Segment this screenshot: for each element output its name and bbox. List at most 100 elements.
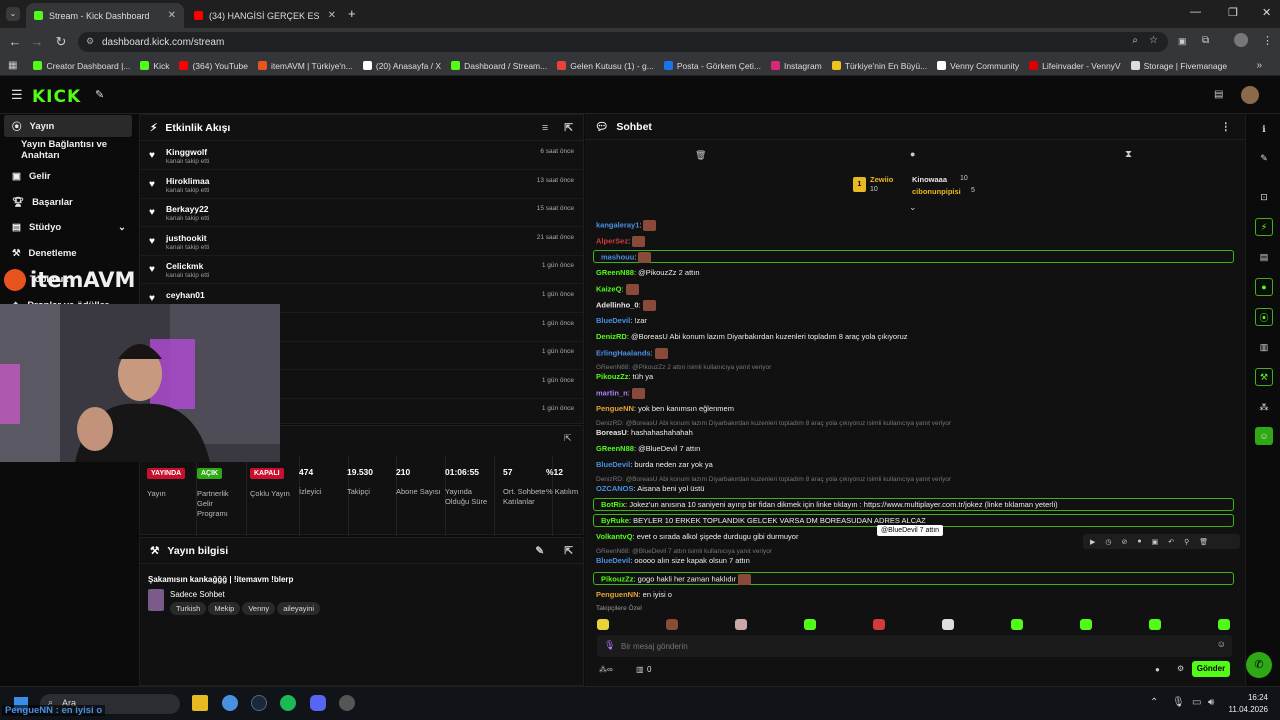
play-icon[interactable]: ▶	[1090, 538, 1095, 546]
chat-message[interactable]: PikouzZz: tüh ya	[596, 372, 653, 381]
minimize-icon[interactable]: —	[1190, 6, 1201, 18]
kick-logo[interactable]: KICK	[32, 87, 81, 107]
chat-username[interactable]: GReenN88	[596, 444, 634, 453]
chat-username[interactable]: kangaleray1	[596, 220, 639, 229]
chat-username[interactable]: KaizeQ	[596, 284, 621, 293]
spotify-icon[interactable]	[280, 695, 296, 711]
emote-icon[interactable]	[1011, 619, 1023, 630]
robot-icon[interactable]: ☺	[1255, 427, 1273, 445]
wrench-panel-icon[interactable]: ⚒	[1255, 368, 1273, 386]
chat-username[interactable]: VolkantvQ	[596, 532, 633, 541]
chat-username[interactable]: PenguenNN	[596, 590, 639, 599]
chat-panel-icon[interactable]: ●	[1255, 278, 1273, 296]
pin-message-icon[interactable]: ⚲	[1184, 538, 1189, 546]
activity-user[interactable]: Celickmk	[166, 261, 203, 271]
url-field[interactable]: ⚙ dashboard.kick.com/stream ⌕ ☆	[78, 32, 1168, 52]
sidebar-item-stream-key[interactable]: Yayın Bağlantısı ve Anahtarı	[4, 139, 138, 161]
chat-username[interactable]: martin_n	[596, 388, 628, 397]
chat-username[interactable]: PikouzZz	[601, 574, 634, 583]
reply-icon[interactable]: ●	[1137, 538, 1141, 545]
chat-message-field[interactable]	[621, 639, 1201, 653]
chat-username[interactable]: mashouu	[601, 252, 634, 261]
emote-icon[interactable]	[942, 619, 954, 630]
layout-icon[interactable]: ▥	[1255, 338, 1273, 356]
edit-icon[interactable]: ✎	[535, 545, 544, 557]
bookmark-item[interactable]: itemAVM | Türkiye'n...	[257, 61, 353, 71]
emote-icon[interactable]	[1080, 619, 1092, 630]
chat-reply-context[interactable]: DenizRD: @BoreasU Abi konum lazım Diyarb…	[596, 474, 951, 483]
broadcast-panel-icon[interactable]: ⦿	[1255, 308, 1273, 326]
chat-username[interactable]: PikouzZz	[596, 372, 629, 381]
bookmark-item[interactable]: (364) YouTube	[179, 61, 248, 71]
copy-icon[interactable]: ▣	[1152, 538, 1159, 546]
bookmark-item[interactable]: Kick	[140, 61, 169, 71]
scan-icon[interactable]: ⊡	[1255, 188, 1273, 206]
chat-username[interactable]: DenizRD	[596, 332, 627, 341]
chat-username[interactable]: BlueDevil	[596, 556, 630, 565]
chat-username[interactable]: ByRuke	[601, 516, 629, 525]
reload-icon[interactable]: ↻	[50, 34, 72, 50]
lightning-panel-icon[interactable]: ⚡︎	[1255, 218, 1273, 236]
sidebar-item-denetleme[interactable]: ⚒ Denetleme	[4, 242, 132, 264]
steam-icon[interactable]	[251, 695, 267, 711]
clock-time[interactable]: 16:24	[1228, 693, 1268, 702]
info-icon[interactable]: ℹ	[1255, 120, 1273, 138]
chat-username[interactable]: BotRix	[601, 500, 625, 509]
chat-username[interactable]: BlueDevil	[596, 316, 630, 325]
chat-message[interactable]: GReenN88: @PikouzZz 2 attın	[596, 268, 700, 277]
bookmark-item[interactable]: Lifeinvader - VennyV	[1029, 61, 1121, 71]
mic-tray-icon[interactable]: 🎙︎	[1172, 697, 1185, 708]
more-bookmarks-icon[interactable]: »	[1256, 60, 1262, 71]
maximize-icon[interactable]: ❐	[1228, 6, 1238, 19]
activity-user[interactable]: Hiroklimaa	[166, 176, 209, 186]
chat-message[interactable]: BoreasU: hashahashahahah	[596, 428, 693, 437]
chat-reply-context[interactable]: DenizRD: @BoreasU Abi konum lazım Diyarb…	[596, 418, 951, 427]
undo-icon[interactable]: ↶	[1168, 538, 1174, 546]
chat-message[interactable]: BotRix: Jokez'un anısına 10 saniyeni ayı…	[601, 500, 1058, 509]
emote-icon[interactable]	[1149, 619, 1161, 630]
sidebar-item-yayin[interactable]: ⦿ Yayın	[4, 115, 132, 137]
chat-bubble-small-icon[interactable]: ●	[1155, 665, 1160, 674]
chat-input[interactable]: 🎙︎ ☺	[597, 635, 1232, 657]
chat-message[interactable]: PenguenNN: en iyisi o	[596, 590, 672, 599]
chat-message[interactable]: Adellinho_0:	[596, 300, 656, 311]
extensions-puzzle-icon[interactable]: ⧉	[1202, 35, 1209, 46]
chat-message[interactable]: OZCANOS: Aisana beni yol üstü	[596, 484, 704, 493]
emote-icon[interactable]	[735, 619, 747, 630]
close-tab-icon[interactable]: ✕	[168, 10, 176, 21]
chat-username[interactable]: BoreasU	[596, 428, 627, 437]
bookmark-star-icon[interactable]: ☆	[1149, 35, 1158, 46]
emote-icon[interactable]	[873, 619, 885, 630]
popout-icon[interactable]: ⇱	[564, 545, 573, 557]
tab-search-button[interactable]: ⌄	[6, 7, 20, 21]
tab-kick-dashboard[interactable]: Stream - Kick Dashboard ✕	[26, 3, 184, 28]
clock-date[interactable]: 11.04.2026	[1222, 705, 1268, 714]
popout-icon[interactable]: ⇱	[564, 122, 573, 134]
back-icon[interactable]: ←	[4, 34, 26, 49]
apps-grid-icon[interactable]: ▦	[8, 60, 17, 71]
bookmark-item[interactable]: Posta - Görkem Çeti...	[663, 61, 761, 71]
mic-icon[interactable]: 🎙︎	[604, 640, 615, 651]
chat-message[interactable]: ByRuke: BEYLER 10 ERKEK TOPLANDIK GELCEK…	[601, 516, 926, 525]
settings-gear-icon[interactable]: ⚙	[1177, 664, 1184, 673]
chat-message[interactable]: DenizRD: @BoreasU Abi konum lazım Diyarb…	[596, 332, 908, 341]
chat-message[interactable]: BlueDevil: ooooo alın size kapak olsun 7…	[596, 556, 750, 565]
notes-icon[interactable]: ▤	[1255, 248, 1273, 266]
channel-points-icon[interactable]: ⁂∞	[599, 665, 613, 674]
chat-message[interactable]: ErlingHaalands:	[596, 348, 668, 359]
popout-icon[interactable]: ⇱	[564, 433, 572, 444]
bookmark-item[interactable]: Türkiye'nin En Büyü...	[831, 61, 927, 71]
chat-username[interactable]: AlperSez	[596, 236, 628, 245]
sidebar-item-studyo[interactable]: ▤ Stüdyo ⌄	[4, 216, 132, 238]
edit-icon[interactable]: ✎	[1255, 149, 1273, 167]
close-window-icon[interactable]: ✕	[1262, 6, 1271, 19]
zoom-icon[interactable]: ⌕	[1132, 35, 1138, 46]
volume-icon[interactable]: 🔊︎	[1208, 697, 1214, 708]
activity-user[interactable]: Kinggwolf	[166, 147, 207, 157]
help-chat-button[interactable]: ✆	[1246, 652, 1272, 678]
chat-message[interactable]: VolkantvQ: evet o sırada alkol şişede du…	[596, 532, 798, 541]
emote-icon[interactable]	[804, 619, 816, 630]
ban-icon[interactable]: ⊘	[1122, 538, 1128, 546]
chat-username[interactable]: Adellinho_0	[596, 300, 639, 309]
chat-username[interactable]: ErlingHaalands	[596, 348, 651, 357]
